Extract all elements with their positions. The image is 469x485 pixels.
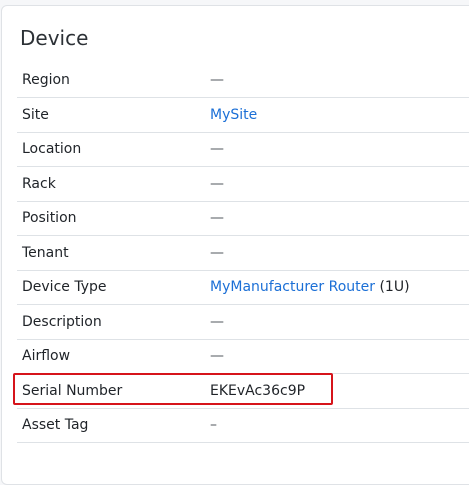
row-value-location: — <box>205 132 469 167</box>
table-row-description: Description — <box>17 304 469 340</box>
table-row-location: Location — <box>17 132 469 167</box>
row-label-site: Site <box>17 97 205 133</box>
row-label-serial-number: Serial Number <box>17 373 205 409</box>
row-value-serial-number: EKEvAc36c9P <box>205 373 469 409</box>
row-label-airflow: Airflow <box>17 339 205 374</box>
empty-value-placeholder: — <box>210 348 224 365</box>
table-row-tenant: Tenant — <box>17 235 469 271</box>
table-row-asset-tag: Asset Tag – <box>17 408 469 443</box>
empty-value-placeholder: — <box>210 244 224 261</box>
row-label-asset-tag: Asset Tag <box>17 408 205 443</box>
card-title: Device <box>20 26 89 50</box>
row-value-position: — <box>205 201 469 236</box>
empty-value-placeholder: — <box>210 210 224 227</box>
row-value-asset-tag: – <box>205 408 469 443</box>
site-link[interactable]: MySite <box>210 107 257 123</box>
row-label-rack: Rack <box>17 166 205 202</box>
table-row-airflow: Airflow — <box>17 339 469 374</box>
row-value-description: — <box>205 304 469 340</box>
serial-number-value: EKEvAc36c9P <box>210 382 306 399</box>
empty-value-placeholder: — <box>210 175 224 192</box>
device-attributes-table: Region — Site MySite Location — Rack — P… <box>17 63 469 443</box>
row-value-device-type: MyManufacturer Router (1U) <box>205 270 469 305</box>
table-row-serial-number: Serial Number EKEvAc36c9P <box>17 373 469 409</box>
row-value-airflow: — <box>205 339 469 374</box>
table-row-device-type: Device Type MyManufacturer Router (1U) <box>17 270 469 305</box>
table-row-region: Region — <box>17 63 469 98</box>
row-value-region: — <box>205 63 469 98</box>
row-label-tenant: Tenant <box>17 235 205 271</box>
device-type-link[interactable]: MyManufacturer Router <box>210 279 375 295</box>
row-value-rack: — <box>205 166 469 202</box>
empty-value-placeholder: — <box>210 72 224 88</box>
row-value-tenant: — <box>205 235 469 271</box>
table-row-site: Site MySite <box>17 97 469 133</box>
row-label-description: Description <box>17 304 205 340</box>
device-type-height: (1U) <box>375 279 410 296</box>
row-value-site: MySite <box>205 97 469 133</box>
empty-value-placeholder: – <box>210 417 217 434</box>
row-label-region: Region <box>17 63 205 98</box>
row-label-device-type: Device Type <box>17 270 205 305</box>
empty-value-placeholder: — <box>210 313 224 330</box>
row-label-position: Position <box>17 201 205 236</box>
table-row-position: Position — <box>17 201 469 236</box>
table-row-rack: Rack — <box>17 166 469 202</box>
row-label-location: Location <box>17 132 205 167</box>
empty-value-placeholder: — <box>210 141 224 158</box>
